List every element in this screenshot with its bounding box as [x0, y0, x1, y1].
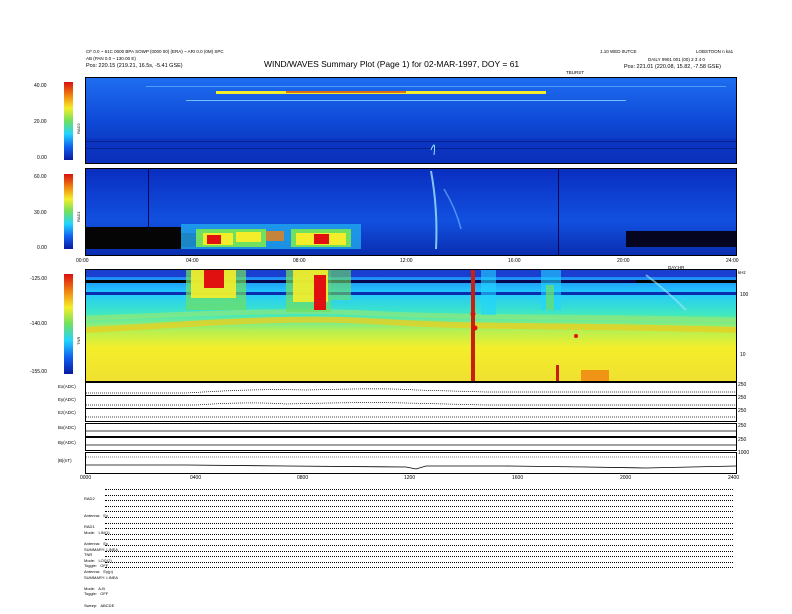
tnr-vertical-event — [471, 270, 475, 381]
tnr-tick-top: -125.00 — [30, 276, 47, 282]
header-right-line1: 1.10 WED 0UTCE — [600, 49, 637, 54]
rad1-burst-1 — [207, 235, 221, 244]
rad1-tick-top: 60.00 — [34, 174, 47, 180]
rad2-ylabel: RAD2 — [76, 123, 81, 134]
rad2-spectrogram — [85, 77, 737, 164]
trace-ez-scale: 250 — [738, 408, 747, 414]
header-right-line2: DAILY 9901 001 (00) 2 3 4 0 — [648, 57, 705, 62]
trace-b-scale: 1000 — [738, 450, 750, 456]
trace-b — [85, 452, 737, 474]
time-bottom-04: 0400 — [190, 475, 202, 481]
rad1-tick-bottom: 0.00 — [37, 245, 47, 251]
settings-dotted-row — [105, 545, 733, 546]
tnr-unit: kHz — [738, 270, 746, 275]
settings-dotted-row — [105, 494, 733, 496]
rad2-tick-top: 40.00 — [34, 83, 47, 89]
rad2-colorbar — [64, 82, 73, 160]
time-top-04: 04:00 — [186, 258, 199, 264]
settings-dotted-row — [105, 489, 733, 490]
settings-dotted-row — [105, 561, 733, 563]
trace-ey-scale: 250 — [738, 395, 747, 401]
trace-by — [85, 437, 737, 451]
settings-dotted-row — [105, 505, 733, 507]
time-bottom-08: 0800 — [297, 475, 309, 481]
trace-ey — [85, 395, 737, 409]
header-left-line2: AB (PAN 0.0 ~ 130.00 E) — [86, 56, 136, 61]
time-bottom-20: 2000 — [620, 475, 632, 481]
settings-dotted-row — [105, 533, 733, 535]
tnr-svg — [86, 270, 736, 381]
trace-bx — [85, 423, 737, 437]
trace-by-svg — [86, 444, 736, 446]
settings-dotted-row — [105, 500, 733, 502]
tnr-right-tick-10: 10 — [740, 352, 746, 358]
settings-dotted-row — [105, 539, 733, 541]
trace-by-scale: 250 — [738, 437, 747, 443]
tnr-tick-mid: -140.00 — [30, 321, 47, 327]
time-bottom-16: 1600 — [512, 475, 524, 481]
trace-label-ey: Ey(ADC) — [58, 397, 76, 402]
settings-tnr: TNR Antenna: Ey(p) Mode: A-B Sweep: ABCD… — [84, 541, 114, 614]
time-bottom-24: 2400 — [728, 475, 740, 481]
trace-ex-scale: 250 — [738, 382, 747, 388]
trace-label-b: |B|(nT) — [58, 458, 72, 463]
trace-label-ex: Ex(ADC) — [58, 384, 76, 389]
trace-ez-svg — [86, 416, 736, 418]
trace-b-svg — [86, 456, 737, 470]
settings-dotted-row — [105, 511, 733, 513]
tnr-spectrogram — [85, 269, 737, 382]
settings-tnr-line: Antenna: Ey(p) — [84, 568, 113, 574]
tnr-right-tick-100: 100 — [740, 292, 749, 298]
settings-tnr-line: Sweep: ABCDE — [84, 602, 115, 608]
time-top-08: 08:00 — [293, 258, 306, 264]
settings-dotted-row — [105, 528, 733, 530]
tburst-label: TBURST — [566, 70, 584, 75]
right-pos-label: Pos: — [624, 64, 636, 70]
rad2-tick-bottom: 0.00 — [37, 155, 47, 161]
header-left-pos: Pos: 220.15 (219.21, 16.5s, -5.41 GSE) — [86, 63, 183, 69]
tnr-burst-1 — [204, 270, 224, 288]
trace-label-ez: Ez(ADC) — [58, 410, 76, 415]
time-bottom-00: 0000 — [80, 475, 92, 481]
trace-label-by: By(ADC) — [58, 440, 76, 445]
page-title: WIND/WAVES Summary Plot (Page 1) for 02-… — [264, 59, 520, 69]
tnr-tick-bottom: -155.00 — [30, 369, 47, 375]
trace-ex — [85, 382, 737, 396]
trace-label-bx: Bx(ADC) — [58, 425, 76, 430]
rad1-spectrogram — [85, 168, 737, 256]
settings-dotted-row — [105, 550, 733, 552]
rad1-burst-2 — [314, 234, 329, 244]
trace-ez — [85, 408, 737, 422]
time-top-24: 24:00 — [726, 258, 739, 264]
header-right-pos: Pos: 221.01 (220.08, 15.82, -7.58 GSE) — [624, 64, 721, 70]
tnr-ylabel: TNR — [76, 336, 81, 345]
rad1-ylabel: RAD1 — [76, 211, 81, 222]
settings-dotted-row — [105, 567, 733, 569]
right-pos-value: 221.01 (220.08, 15.82, -7.58 GSE) — [636, 64, 721, 70]
header-left-line1: CF 0.0 ~ 61C 0000 BPA SOWP (0000 00) (ER… — [86, 49, 224, 54]
time-bottom-12: 1200 — [404, 475, 416, 481]
settings-tnr-line: Mode: A-B — [84, 585, 105, 591]
left-pos-label: Pos: — [86, 63, 98, 69]
rad2-svg — [86, 78, 736, 163]
rad2-tick-mid: 20.00 — [34, 119, 47, 125]
rad1-svg — [86, 169, 736, 255]
left-pos-value: 220.15 (219.21, 16.5s, -5.41 GSE) — [98, 63, 183, 69]
settings-dotted-row — [105, 556, 733, 558]
trace-bx-scale: 250 — [738, 423, 747, 429]
time-top-00: 00:00 — [76, 258, 89, 264]
settings-dotted-row — [105, 522, 733, 524]
rad1-tick-mid: 30.00 — [34, 210, 47, 216]
header-right-corner: LOBSTOON n ka1 — [696, 49, 734, 54]
trace-bx-svg — [86, 430, 736, 432]
time-top-20: 20:00 — [617, 258, 630, 264]
tnr-colorbar — [64, 274, 73, 374]
rad1-colorbar — [64, 174, 73, 249]
time-top-16: 16:00 — [508, 258, 521, 264]
tnr-burst-2 — [314, 275, 326, 310]
time-top-12: 12:00 — [400, 258, 413, 264]
settings-dotted-row — [105, 517, 733, 518]
